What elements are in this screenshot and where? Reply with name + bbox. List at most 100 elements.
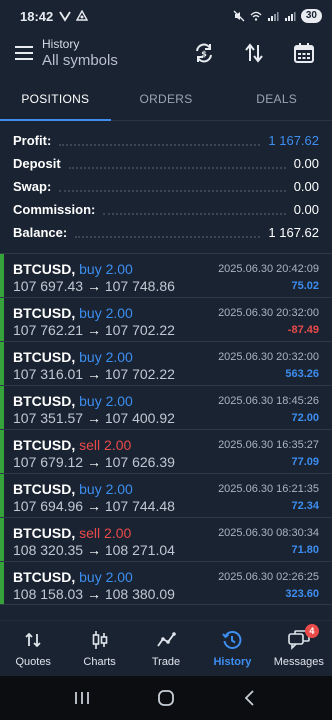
- position-row[interactable]: BTCUSD, buy 2.00 107 762.21 → 107 702.22 2…: [0, 297, 332, 341]
- open-price: 107 694.96: [13, 498, 84, 514]
- currency-exchange-button[interactable]: $: [186, 35, 222, 71]
- position-row[interactable]: BTCUSD, buy 2.00 108 158.03 → 108 380.09 2…: [0, 561, 332, 605]
- balance-label: Balance:: [13, 225, 68, 240]
- app-notification-icon: [76, 10, 89, 21]
- position-indicator-bar: [0, 430, 4, 473]
- price-arrow: →: [86, 278, 101, 294]
- position-profit: 77.09: [291, 456, 319, 468]
- dotted-leader: [75, 235, 261, 238]
- home-icon: [158, 690, 174, 706]
- position-row[interactable]: BTCUSD, buy 2.00 107 351.57 → 107 400.92 2…: [0, 385, 332, 429]
- position-row[interactable]: BTCUSD, sell 2.00 107 679.12 → 107 626.39…: [0, 429, 332, 473]
- close-price: 107 748.86: [104, 278, 175, 294]
- position-time: 2025.06.30 20:32:00: [218, 307, 319, 319]
- summary-profit-row: Profit: 1 167.62: [0, 129, 332, 152]
- position-row[interactable]: BTCUSD, sell 2.00 108 320.35 → 108 271.04…: [0, 517, 332, 561]
- position-side: sell 2.00: [79, 525, 132, 541]
- vpn-icon: [59, 11, 72, 22]
- sort-button[interactable]: [236, 35, 272, 71]
- home-button[interactable]: [150, 682, 182, 714]
- position-indicator-bar: [0, 254, 4, 297]
- sort-arrows-icon: [245, 43, 263, 63]
- position-profit: 323.60: [285, 588, 319, 600]
- open-price: 107 697.43: [13, 278, 84, 294]
- position-header: BTCUSD, buy 2.00: [13, 349, 133, 365]
- status-system-icons: 30: [233, 9, 322, 23]
- bottom-navigation: Quotes Charts Trade History 4 Messages: [0, 620, 332, 676]
- position-indicator-bar: [0, 518, 4, 561]
- position-row[interactable]: BTCUSD, buy 2.00 107 316.01 → 107 702.22 2…: [0, 341, 332, 385]
- position-time: 2025.06.30 16:35:27: [218, 439, 319, 451]
- position-indicator-bar: [0, 562, 4, 604]
- position-prices: 108 320.35 → 108 271.04: [13, 542, 175, 558]
- position-time: 2025.06.30 08:30:34: [218, 527, 319, 539]
- nav-charts[interactable]: Charts: [66, 621, 132, 676]
- position-header: BTCUSD, buy 2.00: [13, 261, 133, 277]
- position-side: buy 2.00: [79, 349, 133, 365]
- price-arrow: →: [86, 454, 101, 470]
- commission-label: Commission:: [13, 202, 96, 217]
- price-arrow: →: [86, 322, 101, 338]
- nav-trade[interactable]: Trade: [133, 621, 199, 676]
- position-symbol: BTCUSD,: [13, 569, 76, 585]
- position-side: buy 2.00: [79, 305, 133, 321]
- position-header: BTCUSD, sell 2.00: [13, 525, 131, 541]
- recent-apps-icon: [75, 692, 89, 704]
- symbol-filter[interactable]: All symbols: [42, 51, 118, 70]
- swap-label: Swap:: [13, 179, 52, 194]
- position-prices: 107 351.57 → 107 400.92: [13, 410, 175, 426]
- tab-deals[interactable]: DEALS: [221, 78, 332, 120]
- nav-history[interactable]: History: [199, 621, 265, 676]
- profit-value: 1 167.62: [268, 133, 319, 148]
- nav-quotes-label: Quotes: [15, 656, 51, 668]
- nav-quotes[interactable]: Quotes: [0, 621, 66, 676]
- system-navigation-bar: [0, 676, 332, 720]
- price-arrow: →: [86, 366, 101, 382]
- status-notification-icons: [59, 10, 89, 22]
- position-prices: 107 694.96 → 107 744.48: [13, 498, 175, 514]
- position-time: 2025.06.30 16:21:35: [218, 483, 319, 495]
- tab-orders[interactable]: ORDERS: [111, 78, 222, 120]
- position-side: buy 2.00: [79, 569, 133, 585]
- position-symbol: BTCUSD,: [13, 437, 76, 453]
- wifi-icon: [250, 11, 262, 21]
- position-header: BTCUSD, buy 2.00: [13, 393, 133, 409]
- position-indicator-bar: [0, 474, 4, 517]
- position-profit: 72.34: [291, 500, 319, 512]
- back-button[interactable]: [234, 682, 266, 714]
- open-price: 107 316.01: [13, 366, 84, 382]
- position-row[interactable]: BTCUSD, buy 2.00 107 697.43 → 107 748.86 2…: [0, 253, 332, 297]
- dotted-leader: [103, 212, 286, 215]
- mute-icon: [233, 10, 245, 22]
- nav-charts-label: Charts: [83, 656, 116, 668]
- nav-history-label: History: [213, 656, 252, 668]
- status-bar: 18:42 30: [0, 0, 332, 32]
- profit-label: Profit:: [13, 133, 52, 148]
- menu-button[interactable]: [6, 35, 42, 71]
- close-price: 108 380.09: [104, 586, 175, 602]
- status-time: 18:42: [20, 8, 54, 24]
- price-arrow: →: [86, 410, 101, 426]
- signal-2-icon: [284, 12, 296, 21]
- summary-balance-row: Balance: 1 167.62: [0, 221, 332, 244]
- currency-exchange-icon: $: [196, 43, 212, 63]
- position-row[interactable]: BTCUSD, buy 2.00 107 694.96 → 107 744.48 2…: [0, 473, 332, 517]
- position-time: 2025.06.30 20:32:00: [218, 351, 319, 363]
- position-symbol: BTCUSD,: [13, 481, 76, 497]
- page-title: History: [42, 36, 80, 51]
- nav-messages[interactable]: 4 Messages: [266, 621, 332, 676]
- history-icon: [221, 629, 243, 651]
- hamburger-menu-icon: [15, 46, 33, 60]
- position-time: 2025.06.30 20:42:09: [218, 263, 319, 275]
- position-time: 2025.06.30 02:26:25: [218, 571, 319, 583]
- calendar-button[interactable]: [286, 35, 322, 71]
- deposit-value: 0.00: [293, 156, 319, 171]
- balance-value: 1 167.62: [268, 225, 319, 240]
- summary-panel: Profit: 1 167.62 Deposit 0.00 Swap: 0.00…: [0, 129, 332, 244]
- nav-messages-label: Messages: [273, 656, 324, 668]
- summary-commission-row: Commission: 0.00: [0, 198, 332, 221]
- tab-positions[interactable]: POSITIONS: [0, 78, 111, 121]
- recent-apps-button[interactable]: [66, 682, 98, 714]
- dotted-leader: [68, 166, 286, 169]
- position-header: BTCUSD, buy 2.00: [13, 569, 133, 585]
